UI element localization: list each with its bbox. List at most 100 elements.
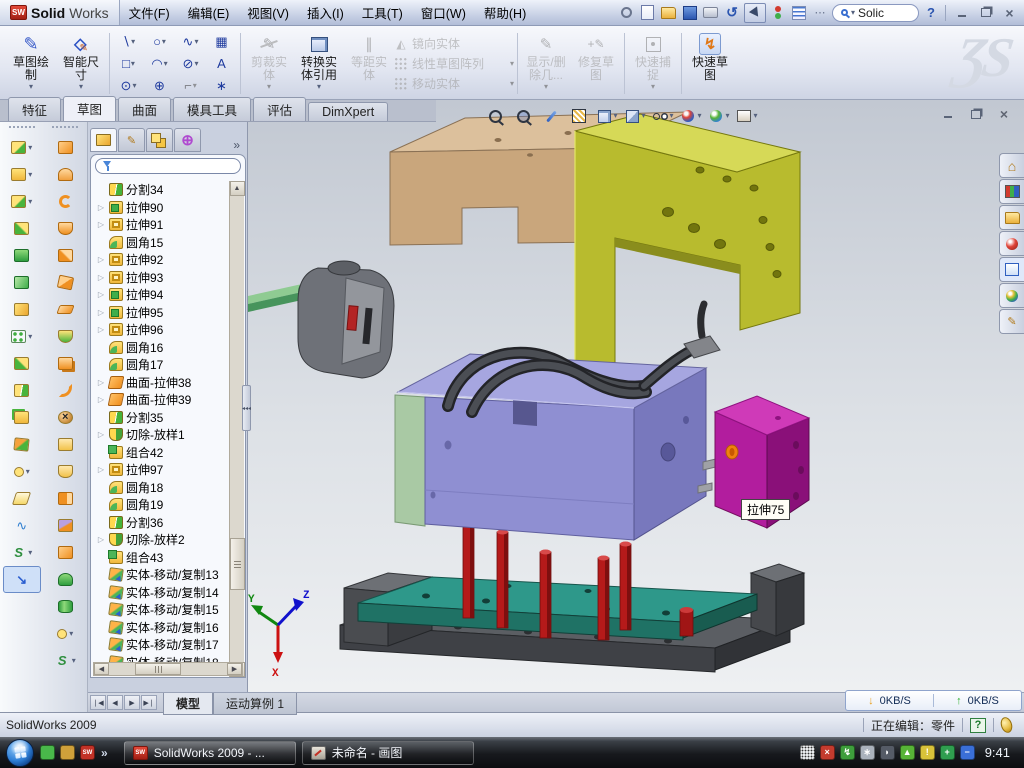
spline-tool[interactable]: ∿▾ <box>175 31 206 53</box>
save-button[interactable] <box>681 4 699 22</box>
untrim-surface-tool[interactable]: ▾ <box>46 458 84 485</box>
minimize-button[interactable] <box>951 4 972 21</box>
shell-tool[interactable]: ▾ <box>3 242 41 269</box>
injection-nozzle-rod[interactable] <box>248 284 306 312</box>
last-tab-button[interactable]: ▶❘ <box>141 695 157 710</box>
rapid-sketch-button[interactable]: 快速草图 <box>685 28 735 99</box>
tree-expander[interactable] <box>96 465 106 474</box>
surface-helix-tool[interactable]: ▾ <box>46 647 84 674</box>
quick-tips-help-icon[interactable]: ? <box>970 718 986 733</box>
toolbar-grip[interactable] <box>9 126 35 130</box>
quick-launch-messenger[interactable] <box>40 745 55 760</box>
planar-surface-tool[interactable]: ▾ <box>46 296 84 323</box>
sprue-bushing-part[interactable] <box>298 261 394 378</box>
taskbar-clock[interactable]: 9:41 <box>981 745 1018 760</box>
rib-tool[interactable]: ▾ <box>3 269 41 296</box>
trim-surface-tool[interactable]: ▾ <box>46 377 84 404</box>
menu-item[interactable]: 视图(V) <box>238 0 298 25</box>
draft-tool[interactable]: ▾ <box>3 296 41 323</box>
tree-expander[interactable] <box>96 255 106 264</box>
convert-entities-button[interactable]: 转换实体引用▾ <box>294 28 344 99</box>
tree-expander[interactable] <box>96 430 106 439</box>
design-library-tab[interactable] <box>999 179 1024 204</box>
scroll-left-button[interactable]: ◀ <box>94 663 109 675</box>
pin-icon[interactable] <box>618 4 636 22</box>
feature-tree-item[interactable]: 拉伸93 <box>92 269 229 287</box>
thicken-tool[interactable]: ▾ <box>46 566 84 593</box>
revolved-surface-tool[interactable]: ▾ <box>46 215 84 242</box>
display-delete-relations-button[interactable]: 显示/删除几...▾ <box>521 28 571 99</box>
feature-tree-item[interactable]: 拉伸91 <box>92 216 229 234</box>
feature-tree-item[interactable]: 分割36 <box>92 514 229 532</box>
feature-tree-item[interactable]: 圆角16 <box>92 339 229 357</box>
graphics-viewport[interactable]: X Y Z ▾▾▾▾▾▾▾▾▾▾ × 拉伸75 <box>248 100 1024 692</box>
doc-minimize-button[interactable] <box>938 106 958 122</box>
search-dropdown-arrow[interactable]: ▾ <box>851 9 855 17</box>
next-tab-button[interactable]: ▶ <box>124 695 140 710</box>
reference-point-tool[interactable]: ▾ <box>3 458 41 485</box>
replace-face-tool[interactable]: ▾ <box>46 431 84 458</box>
arc-tool[interactable]: ◠▾ <box>144 53 175 75</box>
quick-snaps-button[interactable]: 快速捕捉▾ <box>628 28 678 99</box>
curve-tool[interactable]: ▾ <box>3 512 41 539</box>
feature-tree-item[interactable]: 圆角17 <box>92 356 229 374</box>
tree-expander[interactable] <box>96 220 106 229</box>
command-tab[interactable]: DimXpert <box>308 102 388 121</box>
extruded-cut-tool[interactable]: ▾ <box>3 161 41 188</box>
toolbar-grip[interactable] <box>52 126 78 130</box>
display-style-button[interactable]: ▾ <box>622 104 648 128</box>
restore-button[interactable] <box>975 4 996 21</box>
boundary-surface-tool[interactable]: ▾ <box>46 242 84 269</box>
move-entities-button[interactable]: 移动实体 ▾ <box>394 75 514 92</box>
open-button[interactable] <box>660 4 678 22</box>
panel-splitter-handle[interactable]: ◂◂◂ <box>242 385 251 431</box>
mirror-entities-button[interactable]: 镜向实体 ▾ <box>394 35 514 52</box>
tray-certificate-icon[interactable]: ∗ <box>860 745 875 760</box>
extruded-surface-tool[interactable]: ▾ <box>46 188 84 215</box>
task-solidworks[interactable]: SW SolidWorks 2009 - ... <box>124 741 296 765</box>
tray-updater-icon[interactable]: ▲ <box>900 745 915 760</box>
feature-tree-item[interactable]: 拉伸96 <box>92 321 229 339</box>
command-tab[interactable]: 评估 <box>253 97 306 121</box>
feature-tree-item[interactable]: 曲面-拉伸38 <box>92 374 229 392</box>
view-palette-tab[interactable] <box>999 257 1024 282</box>
surface-flag-tool[interactable]: ▾ <box>46 539 84 566</box>
tree-expander[interactable] <box>96 203 106 212</box>
ellipse-tool[interactable]: ⊘▾ <box>175 53 206 75</box>
swept-surface-tool[interactable]: ▾ <box>46 134 84 161</box>
quick-launch-solidworks[interactable]: SW <box>80 745 95 760</box>
combine-tool[interactable]: ▾ <box>3 404 41 431</box>
tree-expander[interactable] <box>96 325 106 334</box>
repair-sketch-button[interactable]: 修复草图 <box>571 28 621 99</box>
menu-item[interactable]: 窗口(W) <box>412 0 475 25</box>
offset-entities-button[interactable]: 等距实体 <box>344 28 394 99</box>
task-paint[interactable]: 未命名 - 画图 <box>302 741 474 765</box>
property-manager-tab[interactable] <box>118 128 145 152</box>
select-button[interactable] <box>744 3 766 23</box>
split-tool[interactable]: ▾ <box>3 377 41 404</box>
sketch-text-tool[interactable]: A▾ <box>206 53 237 75</box>
menu-item[interactable]: 工具(T) <box>353 0 412 25</box>
apply-scene-button[interactable]: ▾ <box>706 104 732 128</box>
mirror-feature-tool[interactable]: ▾ <box>3 350 41 377</box>
tree-expander[interactable] <box>96 378 106 387</box>
extruded-boss-tool[interactable]: ▾ <box>3 134 41 161</box>
undo-button[interactable]: ↺ <box>723 4 741 22</box>
feature-tree-item[interactable]: 拉伸94 <box>92 286 229 304</box>
feature-tree-item[interactable]: 拉伸90 <box>92 199 229 217</box>
new-document-button[interactable] <box>639 4 657 22</box>
first-tab-button[interactable]: ❘◀ <box>90 695 106 710</box>
mid-surface-tool[interactable]: ▾ <box>46 512 84 539</box>
tree-expander[interactable] <box>96 273 106 282</box>
feature-tree-item[interactable]: 实体-移动/复制14 <box>92 584 229 602</box>
quick-launch-app[interactable] <box>60 745 75 760</box>
feature-tree-item[interactable]: 圆角15 <box>92 234 229 252</box>
feature-tree-item[interactable]: 组合42 <box>92 444 229 462</box>
knit-surface-tool[interactable]: ▾ <box>46 350 84 377</box>
feature-tree-item[interactable]: 曲面-拉伸39 <box>92 391 229 409</box>
scrollbar-thumb[interactable] <box>230 538 245 590</box>
smart-dimension-button[interactable]: 智能尺寸▾ <box>56 28 106 99</box>
close-button[interactable]: × <box>999 4 1020 21</box>
zoom-to-fit-button[interactable]: ▾ <box>482 104 508 128</box>
feature-tree-item[interactable]: 分割34 <box>92 181 229 199</box>
